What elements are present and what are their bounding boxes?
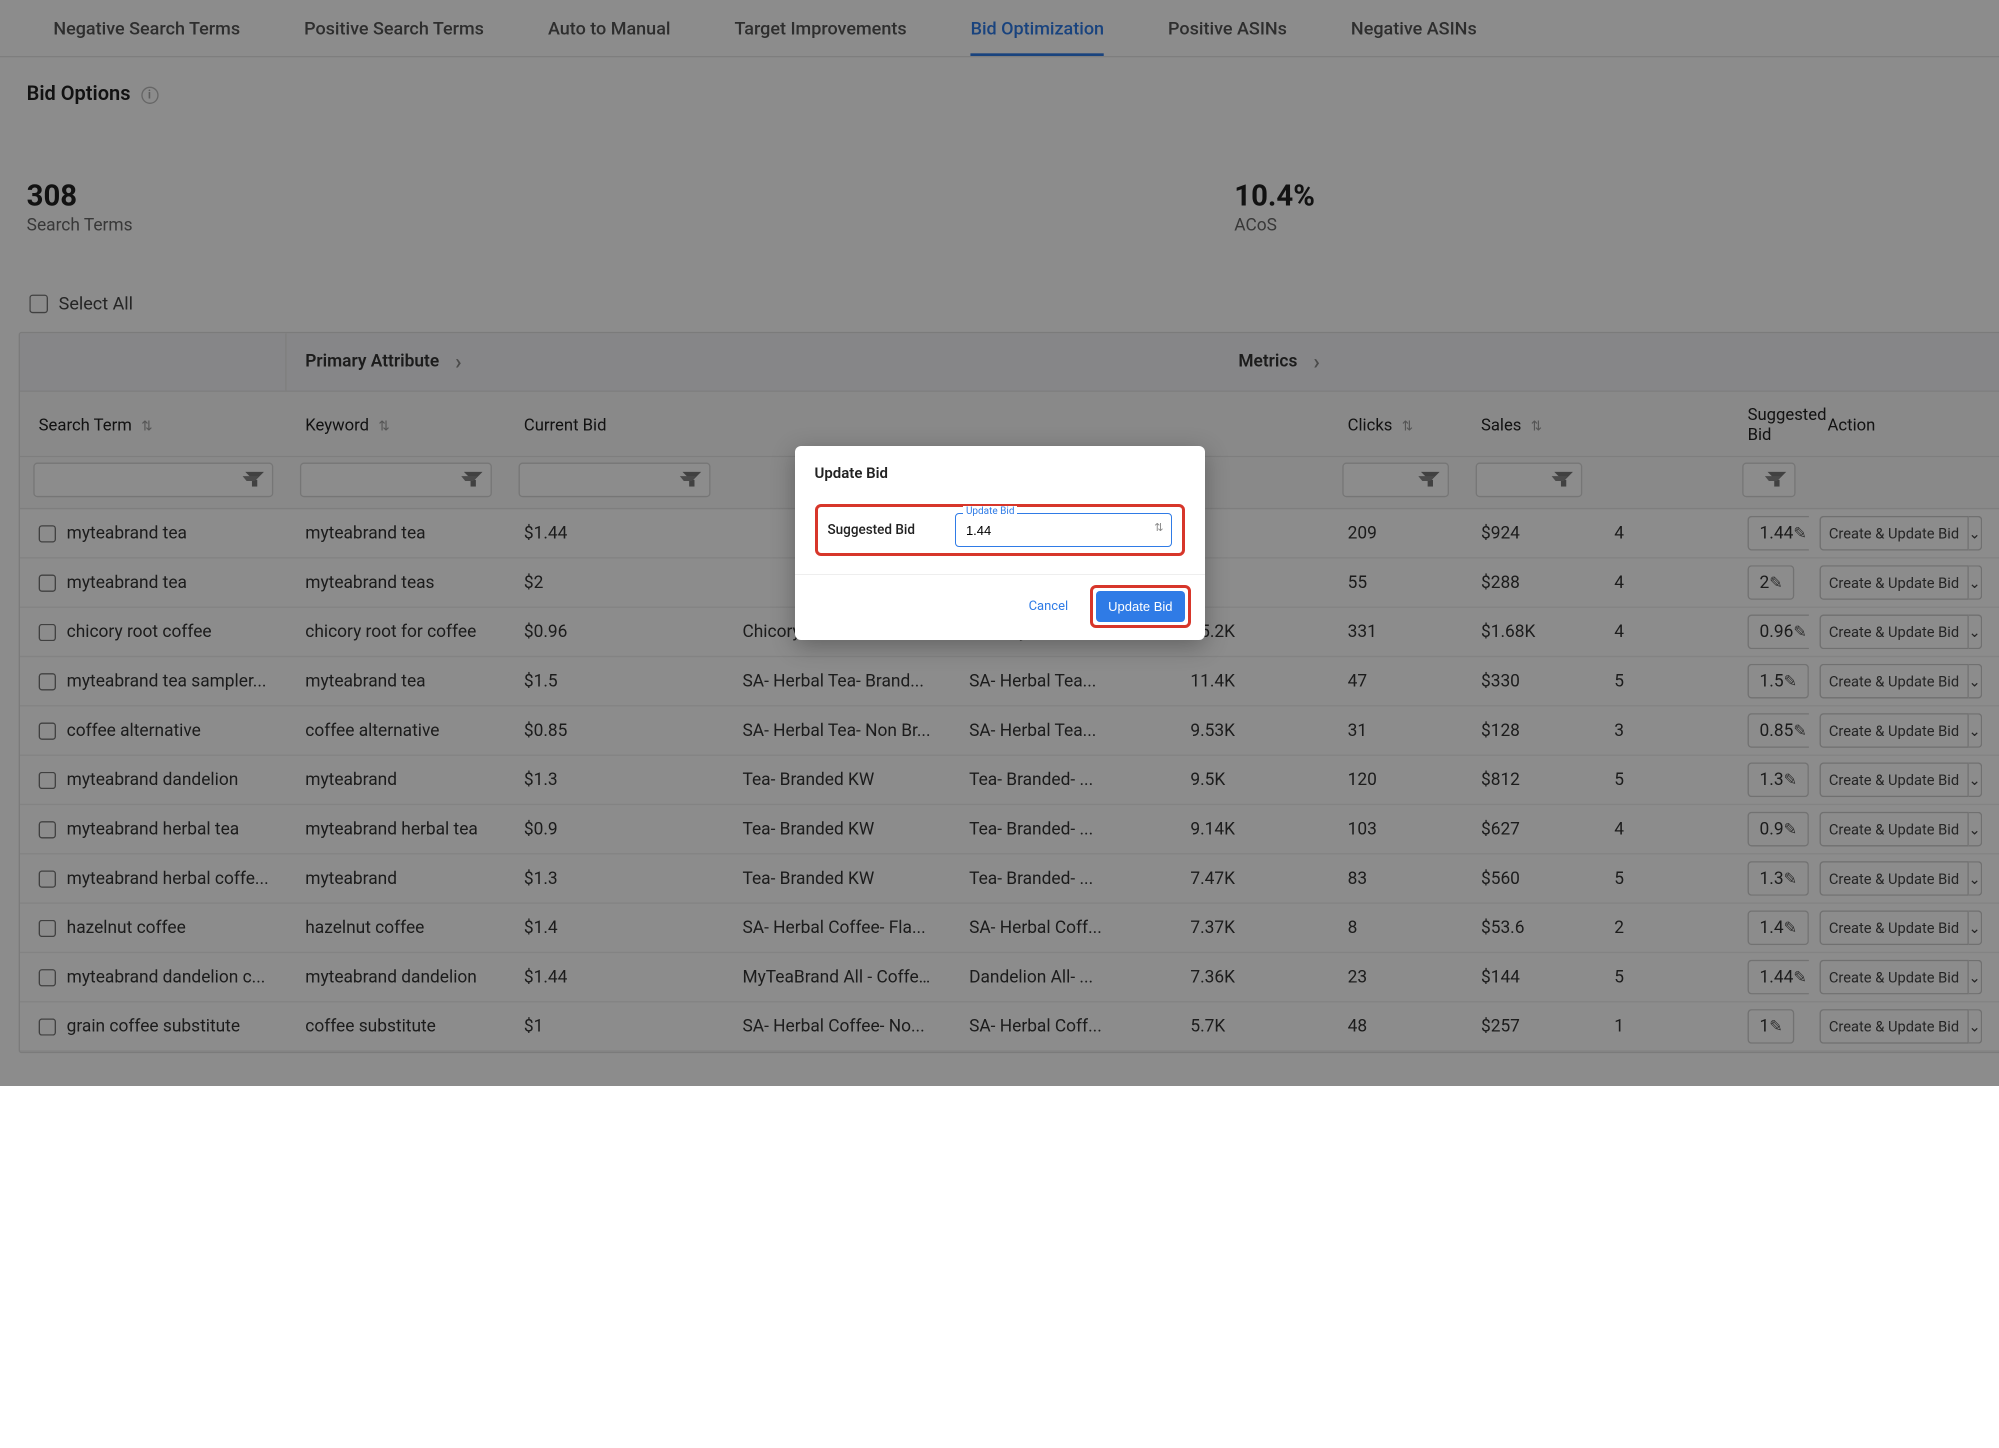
update-bid-input[interactable] — [955, 513, 1172, 547]
update-bid-modal: Update Bid Suggested Bid Update Bid Canc… — [795, 446, 1205, 640]
modal-footer: Cancel Update Bid — [795, 574, 1205, 640]
modal-input-wrap: Update Bid — [955, 513, 1172, 547]
modal-field-label: Suggested Bid — [828, 522, 915, 538]
update-bid-button[interactable]: Update Bid — [1096, 591, 1184, 622]
confirm-button-highlight: Update Bid — [1090, 585, 1190, 628]
modal-input-floating-label: Update Bid — [963, 506, 1018, 517]
modal-field-highlight: Suggested Bid Update Bid — [815, 504, 1185, 556]
cancel-button[interactable]: Cancel — [1021, 593, 1077, 620]
modal-title: Update Bid — [795, 446, 1205, 496]
